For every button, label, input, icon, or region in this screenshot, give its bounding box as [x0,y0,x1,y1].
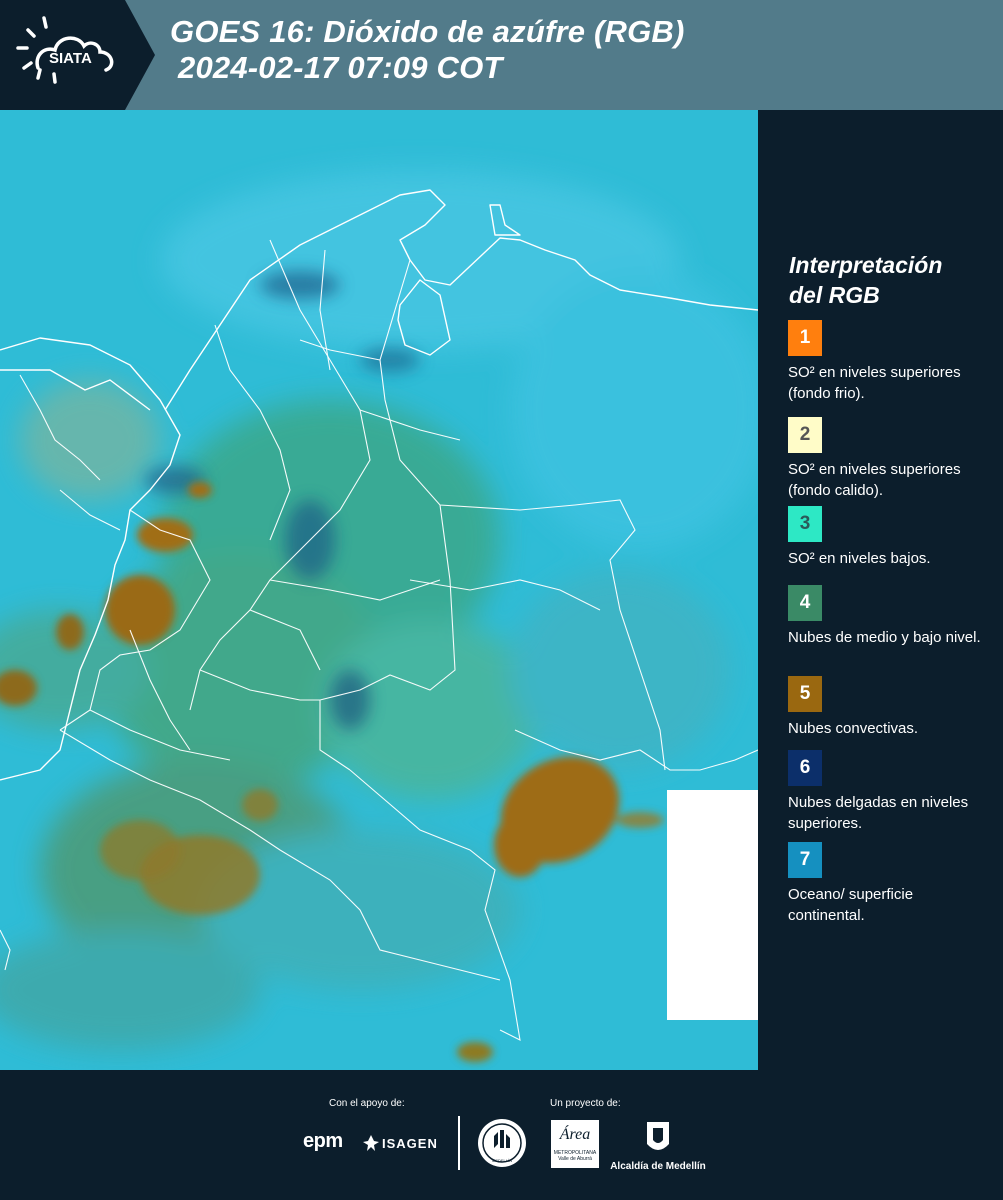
satellite-image [0,110,758,1070]
legend-item: 3 SO² en niveles bajos. [788,506,993,569]
legend-item: 6 Nubes delgadas en niveles superiores. [788,750,993,834]
legend-swatch: 6 [788,750,822,786]
legend-title-line-1: Interpretación [789,252,943,278]
alcaldia-label: Alcaldía de Medellín [610,1161,706,1172]
legend-label: Nubes delgadas en niveles superiores. [788,794,969,832]
title-line-2: 2024-02-17 07:09 COT [178,50,503,85]
epm-logo: epm [303,1130,343,1152]
legend-label: Nubes convectivas. [788,720,919,737]
legend-swatch: 1 [788,320,822,356]
isagen-logo-text: ISAGEN [382,1135,438,1151]
legend-label: SO² en niveles superiores (fondo frio). [788,364,961,402]
legend-swatch: 7 [788,842,822,878]
legend-panel: Interpretación del RGB 1 SO² en niveles s… [760,110,1003,1070]
area-metropolitana-logo: Área METROPOLITANA Valle de Aburrá [551,1120,599,1168]
header-bar: SIATA GOES 16: Dióxido de azúfre (RGB) 2… [0,0,1003,110]
alcaldia-shield-icon [647,1122,669,1150]
support-label: Con el apoyo de: [329,1098,405,1109]
project-label: Un proyecto de: [550,1098,621,1109]
area-logo-text: Área [559,1126,591,1143]
legend-swatch: 2 [788,417,822,453]
legend-label: SO² en niveles bajos. [788,550,931,567]
legend-label: Nubes de medio y bajo nivel. [788,629,981,646]
title-line-1: GOES 16: Dióxido de azúfre (RGB) [170,14,685,49]
legend-title-line-2: del RGB [789,282,880,308]
legend-swatch: 4 [788,585,822,621]
page-title: GOES 16: Dióxido de azúfre (RGB) 2024-02… [170,14,685,86]
legend-item: 1 SO² en niveles superiores (fondo frio). [788,320,993,404]
legend-title: Interpretación del RGB [789,250,942,310]
no-data-patch [667,790,758,1020]
alcaldia-logo: Alcaldía de Medellín [610,1118,706,1172]
legend-item: 7 Oceano/ superficie continental. [788,842,993,926]
footer: Con el apoyo de: Un proyecto de: epm ISA… [0,1070,1003,1200]
legend-item: 2 SO² en niveles superiores (fondo calido… [788,417,993,501]
legend-label: SO² en niveles superiores (fondo calido)… [788,461,961,499]
legend-swatch: 3 [788,506,822,542]
medellin-seal: MEDELLÍN [477,1118,527,1173]
svg-text:MEDELLÍN: MEDELLÍN [492,1158,512,1163]
isagen-icon [363,1135,379,1151]
satellite-map [0,110,758,1070]
area-logo-subtitle-2: Valle de Aburrá [558,1156,592,1162]
isagen-logo: ISAGEN [362,1134,438,1152]
siata-logo: SIATA [0,0,155,110]
legend-item: 5 Nubes convectivas. [788,676,993,739]
siata-logo-text: SIATA [49,50,92,67]
legend-label: Oceano/ superficie continental. [788,886,914,924]
legend-swatch: 5 [788,676,822,712]
footer-divider [458,1116,460,1170]
legend-item: 4 Nubes de medio y bajo nivel. [788,585,993,648]
